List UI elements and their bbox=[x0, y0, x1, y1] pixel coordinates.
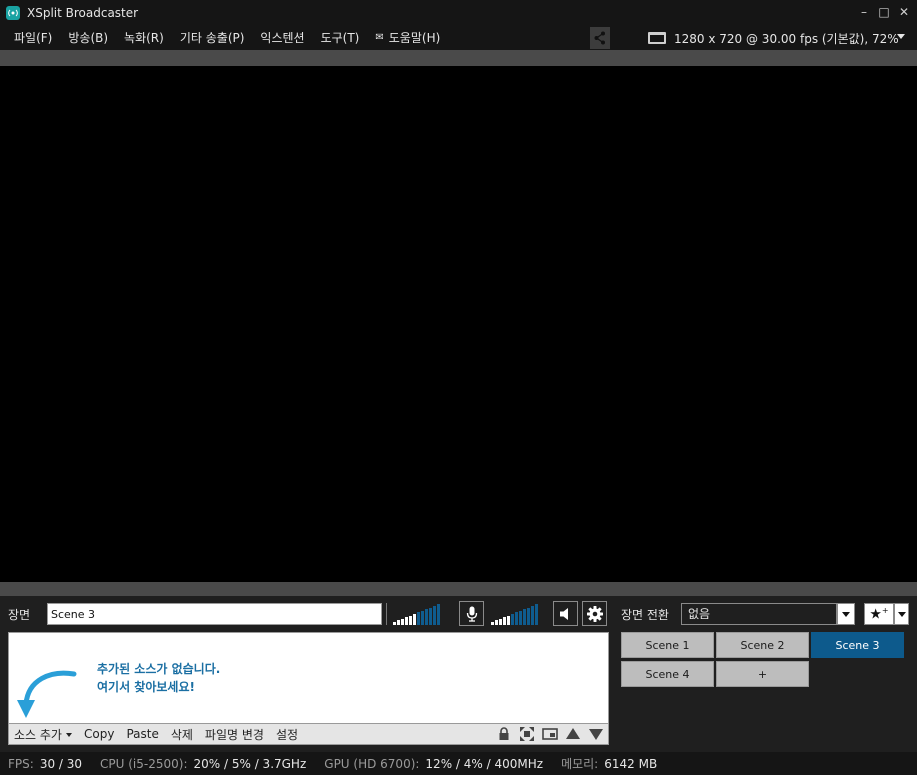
mic-level-bar bbox=[437, 604, 440, 625]
add-source-button[interactable]: 소스 추가 bbox=[9, 726, 78, 743]
share-icon bbox=[594, 31, 605, 45]
menu-help-label: 도움말(H) bbox=[388, 31, 441, 45]
mic-button[interactable] bbox=[459, 601, 484, 626]
scene-3-button[interactable]: Scene 3 bbox=[811, 632, 904, 658]
resolution-selector[interactable]: 1280 x 720 @ 30.00 fps (기본값), 72% bbox=[648, 26, 899, 50]
speaker-button[interactable] bbox=[553, 601, 578, 626]
move-up-icon[interactable] bbox=[565, 726, 581, 742]
mail-icon: ✉ bbox=[375, 32, 384, 43]
menu-tools[interactable]: 도구(T) bbox=[313, 26, 368, 50]
speaker-level-bar bbox=[507, 615, 510, 625]
mic-level-bar bbox=[405, 617, 408, 625]
preview-top-bar bbox=[0, 50, 917, 66]
memory-label: 메모리: bbox=[561, 757, 599, 771]
menu-broadcast[interactable]: 방송(B) bbox=[60, 26, 116, 50]
speaker-level-bar bbox=[515, 612, 518, 625]
mic-level-bar bbox=[421, 610, 424, 625]
mic-level-bar bbox=[417, 612, 420, 625]
divider bbox=[386, 603, 387, 625]
add-scene-button[interactable]: + bbox=[716, 661, 809, 687]
chevron-down-icon bbox=[897, 611, 906, 617]
menu-bar: 파일(F) 방송(B) 녹화(R) 기타 송출(P) 익스텐션 도구(T) ✉ … bbox=[0, 26, 917, 50]
close-button[interactable]: ✕ bbox=[894, 3, 914, 21]
speaker-level-bar bbox=[535, 604, 538, 625]
speaker-icon bbox=[559, 607, 568, 620]
fps-value: 30 / 30 bbox=[39, 756, 83, 771]
monitor-icon bbox=[648, 32, 666, 44]
cpu-value: 20% / 5% / 3.7GHz bbox=[193, 756, 307, 771]
microphone-icon bbox=[466, 606, 477, 622]
lock-icon[interactable] bbox=[496, 726, 512, 742]
mic-level-bar bbox=[409, 615, 412, 625]
scene-1-button[interactable]: Scene 1 bbox=[621, 632, 714, 658]
speaker-level-bar bbox=[527, 607, 530, 625]
star-plus-icon: ★+ bbox=[869, 605, 889, 623]
maximize-button[interactable]: □ bbox=[874, 3, 894, 21]
speaker-level-bar bbox=[495, 620, 498, 625]
copy-button[interactable]: Copy bbox=[78, 727, 120, 741]
transition-select[interactable]: 없음 bbox=[681, 603, 837, 625]
fit-screen-icon[interactable] bbox=[519, 726, 535, 742]
chevron-down-icon bbox=[842, 611, 850, 617]
picture-in-picture-icon[interactable] bbox=[542, 726, 558, 742]
curved-arrow-icon bbox=[17, 670, 77, 718]
mic-level-bar bbox=[401, 618, 404, 625]
speaker-level-bar bbox=[523, 609, 526, 625]
speaker-level-bar bbox=[519, 610, 522, 625]
preview-resize-handle[interactable] bbox=[0, 582, 917, 596]
window-title: XSplit Broadcaster bbox=[27, 6, 139, 20]
mic-level-bar bbox=[429, 607, 432, 625]
share-button[interactable] bbox=[590, 27, 610, 49]
mic-level-meter bbox=[393, 603, 440, 625]
menu-other-output[interactable]: 기타 송출(P) bbox=[172, 26, 253, 50]
paste-button[interactable]: Paste bbox=[120, 727, 164, 741]
memory-value: 6142 MB bbox=[604, 756, 658, 771]
transition-label: 장면 전환 bbox=[621, 608, 669, 622]
empty-sources-hint: 추가된 소스가 없습니다. 여기서 찾아보세요! bbox=[97, 660, 220, 696]
menu-help[interactable]: ✉ 도움말(H) bbox=[367, 26, 448, 50]
add-source-label: 소스 추가 bbox=[14, 727, 62, 742]
move-down-icon[interactable] bbox=[588, 726, 604, 742]
scene-name-field[interactable] bbox=[47, 603, 382, 625]
speaker-level-bar bbox=[511, 614, 514, 625]
hint-line-2: 여기서 찾아보세요! bbox=[97, 680, 195, 694]
speaker-level-meter bbox=[491, 603, 538, 625]
menu-file[interactable]: 파일(F) bbox=[0, 26, 60, 50]
gpu-value: 12% / 4% / 400MHz bbox=[425, 756, 544, 771]
cpu-label: CPU (i5-2500): bbox=[100, 756, 188, 771]
fps-label: FPS: bbox=[8, 756, 34, 771]
speaker-level-bar bbox=[503, 617, 506, 625]
delete-button[interactable]: 삭제 bbox=[165, 726, 199, 743]
speaker-level-bar bbox=[531, 606, 534, 625]
scene-label: 장면 bbox=[8, 608, 31, 622]
gear-icon bbox=[586, 605, 603, 622]
transition-effects-button[interactable]: ★+ bbox=[864, 603, 894, 625]
chevron-down-icon[interactable] bbox=[897, 34, 905, 39]
audio-settings-button[interactable] bbox=[582, 601, 607, 626]
minimize-button[interactable]: – bbox=[854, 3, 874, 21]
scene-2-button[interactable]: Scene 2 bbox=[716, 632, 809, 658]
title-bar: XSplit Broadcaster – □ ✕ bbox=[0, 0, 917, 26]
settings-button[interactable]: 설정 bbox=[270, 726, 304, 743]
rename-button[interactable]: 파일명 변경 bbox=[199, 726, 270, 743]
transition-dropdown-button[interactable] bbox=[837, 603, 855, 625]
mic-level-bar bbox=[397, 620, 400, 625]
mic-level-bar bbox=[413, 614, 416, 625]
preview-canvas[interactable] bbox=[0, 66, 917, 582]
scene-4-button[interactable]: Scene 4 bbox=[621, 661, 714, 687]
speaker-level-bar bbox=[499, 618, 502, 625]
caret-down-icon bbox=[65, 733, 72, 737]
menu-extensions[interactable]: 익스텐션 bbox=[252, 26, 312, 50]
gpu-label: GPU (HD 6700): bbox=[324, 756, 420, 771]
mic-level-bar bbox=[393, 622, 396, 625]
transition-effects-dropdown[interactable] bbox=[894, 603, 909, 625]
speaker-level-bar bbox=[491, 622, 494, 625]
xsplit-logo-icon bbox=[6, 6, 20, 20]
mic-level-bar bbox=[425, 609, 428, 625]
resolution-label: 1280 x 720 @ 30.00 fps (기본값), 72% bbox=[674, 31, 899, 46]
menu-record[interactable]: 녹화(R) bbox=[116, 26, 172, 50]
hint-line-1: 추가된 소스가 없습니다. bbox=[97, 662, 221, 676]
mic-level-bar bbox=[433, 606, 436, 625]
status-bar: FPS: 30 / 30 CPU (i5-2500): 20% / 5% / 3… bbox=[0, 752, 917, 775]
